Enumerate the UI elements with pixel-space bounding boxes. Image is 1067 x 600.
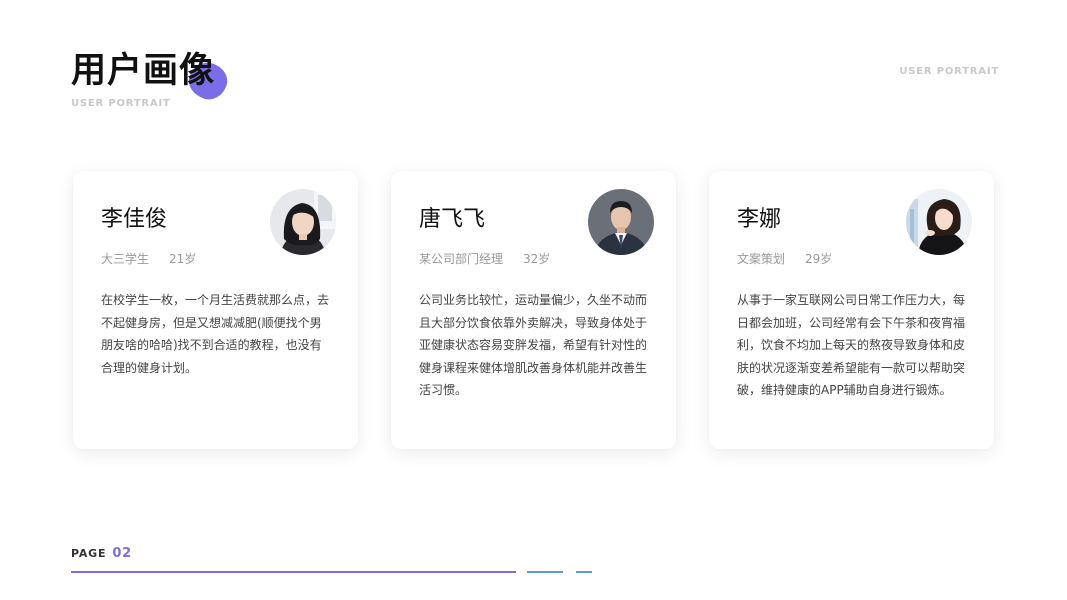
persona-role: 某公司部门经理: [419, 252, 504, 266]
female-portrait-icon: [270, 189, 336, 255]
persona-card: 李娜 文案策划 29岁 从事于一家互联网公司日常工作压力大，每日都会加班，公司经常…: [709, 171, 994, 449]
persona-age: 29岁: [805, 252, 833, 266]
page-label: PAGE: [71, 547, 107, 560]
footer-divider-segment: [576, 571, 592, 573]
persona-age: 21岁: [169, 252, 197, 266]
persona-description: 公司业务比较忙，运动量偏少，久坐不动而且大部分饮食依靠外卖解决，导致身体处于亚健…: [419, 293, 648, 397]
persona-role: 文案策划: [737, 252, 786, 266]
title-block: 用户画像: [71, 48, 232, 104]
persona-description: 从事于一家互联网公司日常工作压力大，每日都会加班，公司经常有会下午茶和夜宵福利，…: [737, 293, 966, 397]
footer-divider-segment: [527, 571, 563, 573]
page-indicator: PAGE 02: [71, 546, 132, 561]
page-title: 用户画像: [71, 51, 216, 91]
female-portrait-icon: [906, 189, 972, 255]
persona-role: 大三学生: [101, 252, 150, 266]
persona-card: 李佳俊 大三学生 21岁 在校学生一枚，一个月生活费就那么点，去不起健身房，但是又…: [73, 171, 358, 449]
persona-name: 李娜: [737, 207, 782, 232]
persona-name: 李佳俊: [101, 207, 168, 232]
persona-card: 唐飞飞 某公司部门经理 32岁 公司业务比较忙，运动量偏少，久坐不动而且大部分饮食…: [391, 171, 676, 449]
persona-name: 唐飞飞: [419, 207, 486, 232]
persona-meta: 文案策划 29岁: [737, 250, 832, 267]
persona-meta: 某公司部门经理 32岁: [419, 250, 550, 267]
corner-label: USER PORTRAIT: [899, 66, 999, 77]
page-subtitle: USER PORTRAIT: [71, 98, 171, 109]
male-portrait-icon: [588, 189, 654, 255]
page-number: 02: [112, 546, 133, 561]
persona-meta: 大三学生 21岁: [101, 250, 196, 267]
persona-description: 在校学生一枚，一个月生活费就那么点，去不起健身房，但是又想减减肥(顺便找个男朋友…: [101, 293, 330, 375]
footer-divider-line: [71, 571, 516, 573]
persona-age: 32岁: [523, 252, 551, 266]
